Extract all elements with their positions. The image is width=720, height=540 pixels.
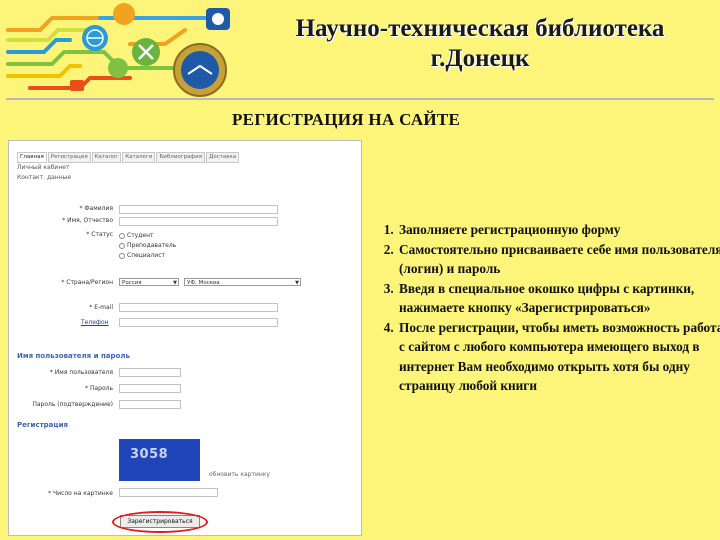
tab-registration[interactable]: Регистрация (47, 152, 91, 163)
phone-link[interactable]: Телефон (81, 319, 109, 326)
highlight-ring (112, 511, 208, 533)
registration-section-heading: Регистрация (17, 421, 68, 429)
phone-input[interactable] (119, 318, 278, 327)
email-label: * E-mail (89, 304, 113, 311)
form-tabs: Главная Регистрация Каталог Каталоги Биб… (17, 152, 240, 163)
form-top-line: Личный кабинет (17, 164, 70, 171)
password-confirm-label: Пароль (подтверждение) (32, 401, 113, 408)
tab-delivery[interactable]: Доставка (206, 152, 240, 163)
header-line-2: г.Донецк (430, 45, 530, 72)
instruction-item: После регистрации, чтобы иметь возможнос… (397, 318, 720, 396)
surname-input[interactable] (119, 205, 278, 214)
instructions-list: Заполняете регистрационную форму Самосто… (370, 220, 720, 396)
name-input[interactable] (119, 217, 278, 226)
name-label: * Имя, Отчество (62, 217, 113, 224)
section-title: РЕГИСТРАЦИЯ НА САЙТЕ (232, 110, 461, 129)
username-input[interactable] (119, 368, 181, 377)
password-confirm-input[interactable] (119, 400, 181, 409)
captcha-image: 3058 (119, 439, 200, 481)
tab-bibliography[interactable]: Библиография (156, 152, 206, 163)
chevron-down-icon: ▼ (295, 280, 299, 286)
refresh-captcha-link[interactable]: обновить картинку (209, 471, 270, 478)
captcha-input[interactable] (119, 488, 218, 497)
divider (6, 98, 714, 100)
instruction-item: Самостоятельно присваиваете себе имя пол… (397, 240, 720, 279)
tab-main[interactable]: Главная (17, 152, 47, 163)
password-label: * Пароль (85, 385, 113, 392)
surname-label: * Фамилия (79, 205, 113, 212)
registration-form: Главная Регистрация Каталог Каталоги Биб… (8, 140, 362, 536)
form-sub-line: Контакт. данные (17, 174, 72, 181)
tab-catalogs[interactable]: Каталоги (122, 152, 156, 163)
region-select[interactable]: УФ, Москва ▼ (184, 278, 301, 286)
instruction-item: Введя в специальное окошко цифры с карти… (397, 279, 720, 318)
gear-icon (113, 3, 135, 25)
instruction-item: Заполняете регистрационную форму (397, 220, 720, 240)
header-title: Научно-техническая библиотека г.Донецк (250, 14, 710, 74)
captcha-digits: 3058 (130, 447, 169, 462)
header-line-1: Научно-техническая библиотека (295, 15, 665, 42)
login-section-heading: Имя пользователя и пароль (17, 352, 130, 360)
chevron-down-icon: ▼ (173, 280, 177, 286)
graduation-icon (108, 58, 128, 78)
password-input[interactable] (119, 384, 181, 393)
status-teacher-radio[interactable]: Преподаватель (119, 242, 176, 249)
status-student-radio[interactable]: Студент (119, 232, 154, 239)
status-label: * Статус (86, 231, 113, 238)
monitor-icon (70, 80, 84, 91)
country-label: * Страна/Регион (61, 279, 113, 286)
library-logo (6, 3, 230, 97)
username-label: * Имя пользователя (49, 369, 113, 376)
country-select[interactable]: Россия ▼ (119, 278, 179, 286)
email-input[interactable] (119, 303, 278, 312)
tab-catalog[interactable]: Каталог (91, 152, 122, 163)
status-specialist-radio[interactable]: Специалист (119, 252, 165, 259)
captcha-label: * Число на картинке (48, 490, 113, 497)
